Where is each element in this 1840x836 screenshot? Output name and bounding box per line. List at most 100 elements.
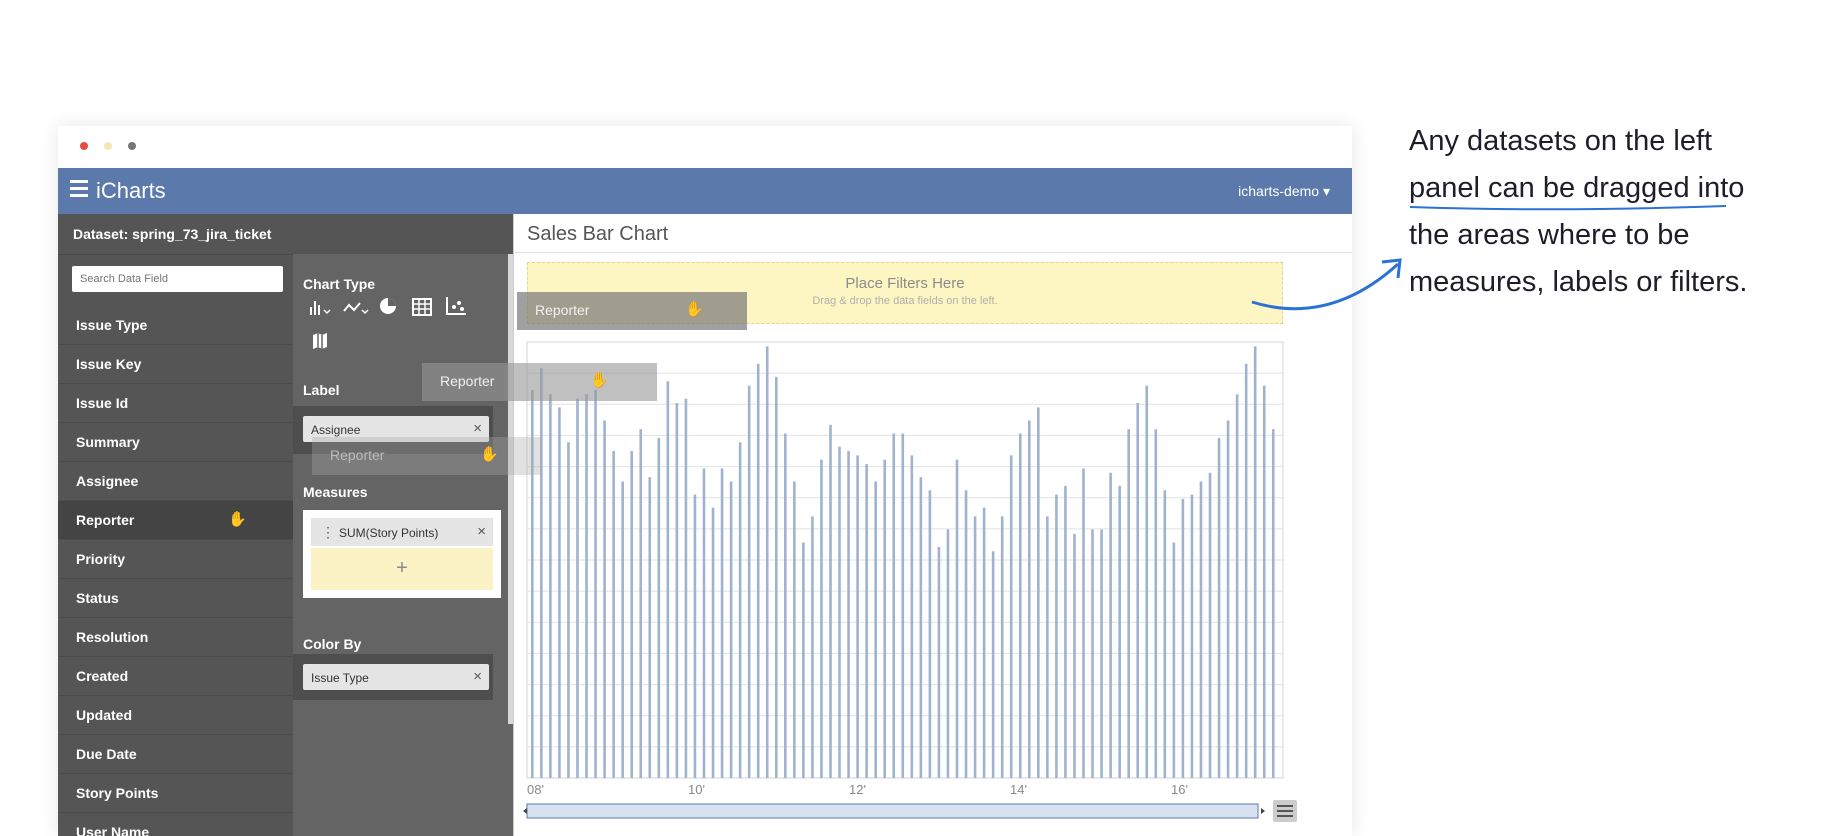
remove-color-by-icon[interactable]: × [473, 663, 482, 691]
chart-bar[interactable] [774, 376, 778, 778]
chart-bar[interactable] [1018, 433, 1022, 778]
chart-bar[interactable] [702, 468, 706, 778]
chart-bar[interactable] [1253, 346, 1257, 778]
chart-bar[interactable] [621, 481, 624, 778]
chart-bar[interactable] [1136, 403, 1140, 778]
search-data-field-input[interactable] [72, 266, 283, 292]
chart-bar[interactable] [612, 451, 615, 778]
chart-bar[interactable] [964, 490, 968, 778]
range-slider-track[interactable] [526, 803, 1259, 819]
maximize-window-button[interactable] [128, 142, 136, 150]
chart-bar[interactable] [811, 516, 814, 778]
chart-bar[interactable] [1127, 429, 1130, 778]
chart-bar[interactable] [847, 451, 850, 778]
line-chart-icon[interactable] [343, 298, 369, 318]
chart-bar[interactable] [1109, 472, 1112, 778]
chart-bar[interactable] [585, 394, 588, 778]
chart-bar[interactable] [982, 507, 986, 778]
chart-bar[interactable] [1271, 429, 1275, 778]
chart-bar[interactable] [648, 477, 652, 778]
chart-bar[interactable] [1000, 516, 1004, 778]
map-icon[interactable] [309, 332, 331, 352]
chart-bar[interactable] [540, 368, 543, 778]
chart-bar[interactable] [1244, 363, 1248, 778]
chart-bar[interactable] [729, 481, 733, 778]
chart-bar[interactable] [973, 516, 977, 778]
color-by-pill[interactable]: Issue Type × [303, 664, 489, 690]
field-item-resolution[interactable]: Resolution [58, 618, 293, 657]
field-item-created[interactable]: Created [58, 657, 293, 696]
chart-bar[interactable] [756, 363, 760, 778]
chart-bar[interactable] [594, 389, 597, 778]
field-item-issue-id[interactable]: Issue Id [58, 384, 293, 423]
chart-bar[interactable] [1217, 437, 1221, 778]
minimize-window-button[interactable] [104, 142, 112, 150]
slider-right-handle-icon[interactable] [1261, 808, 1265, 814]
field-item-issue-key[interactable]: Issue Key [58, 345, 293, 384]
chart-bar[interactable] [1208, 472, 1212, 778]
chart-bar[interactable] [838, 446, 841, 778]
chart-bar[interactable] [1027, 420, 1031, 778]
remove-measure-icon[interactable]: × [477, 517, 486, 547]
chart-bar[interactable] [1082, 468, 1085, 778]
add-measure-button[interactable]: + [311, 548, 493, 590]
field-item-assignee[interactable]: Assignee [58, 462, 293, 501]
pie-chart-icon[interactable] [377, 296, 399, 316]
field-item-story-points[interactable]: Story Points [58, 774, 293, 813]
chart-bar[interactable] [937, 546, 941, 778]
close-window-button[interactable] [80, 142, 88, 150]
chart-bar[interactable] [1009, 455, 1013, 778]
chart-bar[interactable] [910, 455, 914, 778]
chart-bar[interactable] [693, 494, 697, 778]
chart-bar[interactable] [820, 459, 823, 778]
chart-bar[interactable] [630, 451, 633, 778]
chart-bar[interactable] [711, 507, 715, 778]
field-item-issue-type[interactable]: Issue Type [58, 306, 293, 345]
chart-bar[interactable] [657, 437, 661, 778]
chart-bar[interactable] [1064, 485, 1067, 778]
field-item-updated[interactable]: Updated [58, 696, 293, 735]
chart-bar[interactable] [1073, 533, 1076, 778]
chart-bar[interactable] [720, 468, 724, 778]
chart-bar[interactable] [784, 433, 787, 778]
bar-chart-icon[interactable] [309, 298, 331, 318]
field-item-summary[interactable]: Summary [58, 423, 293, 462]
chart-bar[interactable] [666, 381, 670, 778]
chart-bar[interactable] [955, 459, 959, 778]
drag-handle-icon[interactable]: ⋮ [321, 517, 335, 547]
table-icon[interactable] [411, 298, 433, 318]
measure-pill[interactable]: ⋮ SUM(Story Points) × [311, 518, 493, 546]
chart-bar[interactable] [1172, 542, 1176, 778]
chart-bar[interactable] [1046, 516, 1049, 778]
chart-bar[interactable] [765, 346, 769, 778]
chart-bar[interactable] [928, 490, 932, 778]
chart-bar[interactable] [883, 459, 887, 778]
field-item-reporter[interactable]: Reporter ✋ [58, 501, 293, 540]
scatter-chart-icon[interactable] [445, 296, 467, 316]
chart-bar[interactable] [1100, 529, 1103, 778]
slider-left-handle-icon[interactable] [523, 808, 527, 814]
chart-bar[interactable] [802, 542, 805, 778]
chart-bar[interactable] [856, 455, 859, 778]
chart-bar[interactable] [1262, 385, 1266, 778]
chart-bar[interactable] [946, 529, 950, 778]
chart-bar[interactable] [865, 464, 868, 778]
chart-bar[interactable] [558, 407, 561, 778]
chart-bar[interactable] [549, 394, 552, 778]
chart-bar[interactable] [603, 420, 606, 778]
hamburger-menu-icon[interactable] [70, 180, 88, 200]
chart-bar[interactable] [1226, 420, 1230, 778]
chart-bar[interactable] [901, 433, 905, 778]
chart-bar[interactable] [684, 398, 688, 778]
chart-bar[interactable] [576, 398, 579, 778]
chart-bar[interactable] [747, 385, 751, 778]
chart-bar[interactable] [1190, 494, 1194, 778]
chart-bar[interactable] [1055, 494, 1058, 778]
chart-bar[interactable] [892, 433, 896, 778]
field-item-status[interactable]: Status [58, 579, 293, 618]
chart-bar[interactable] [1118, 485, 1121, 778]
field-item-due-date[interactable]: Due Date [58, 735, 293, 774]
chart-bar[interactable] [1163, 490, 1167, 778]
chart-bar[interactable] [1199, 481, 1203, 778]
chart-bar[interactable] [793, 481, 796, 778]
